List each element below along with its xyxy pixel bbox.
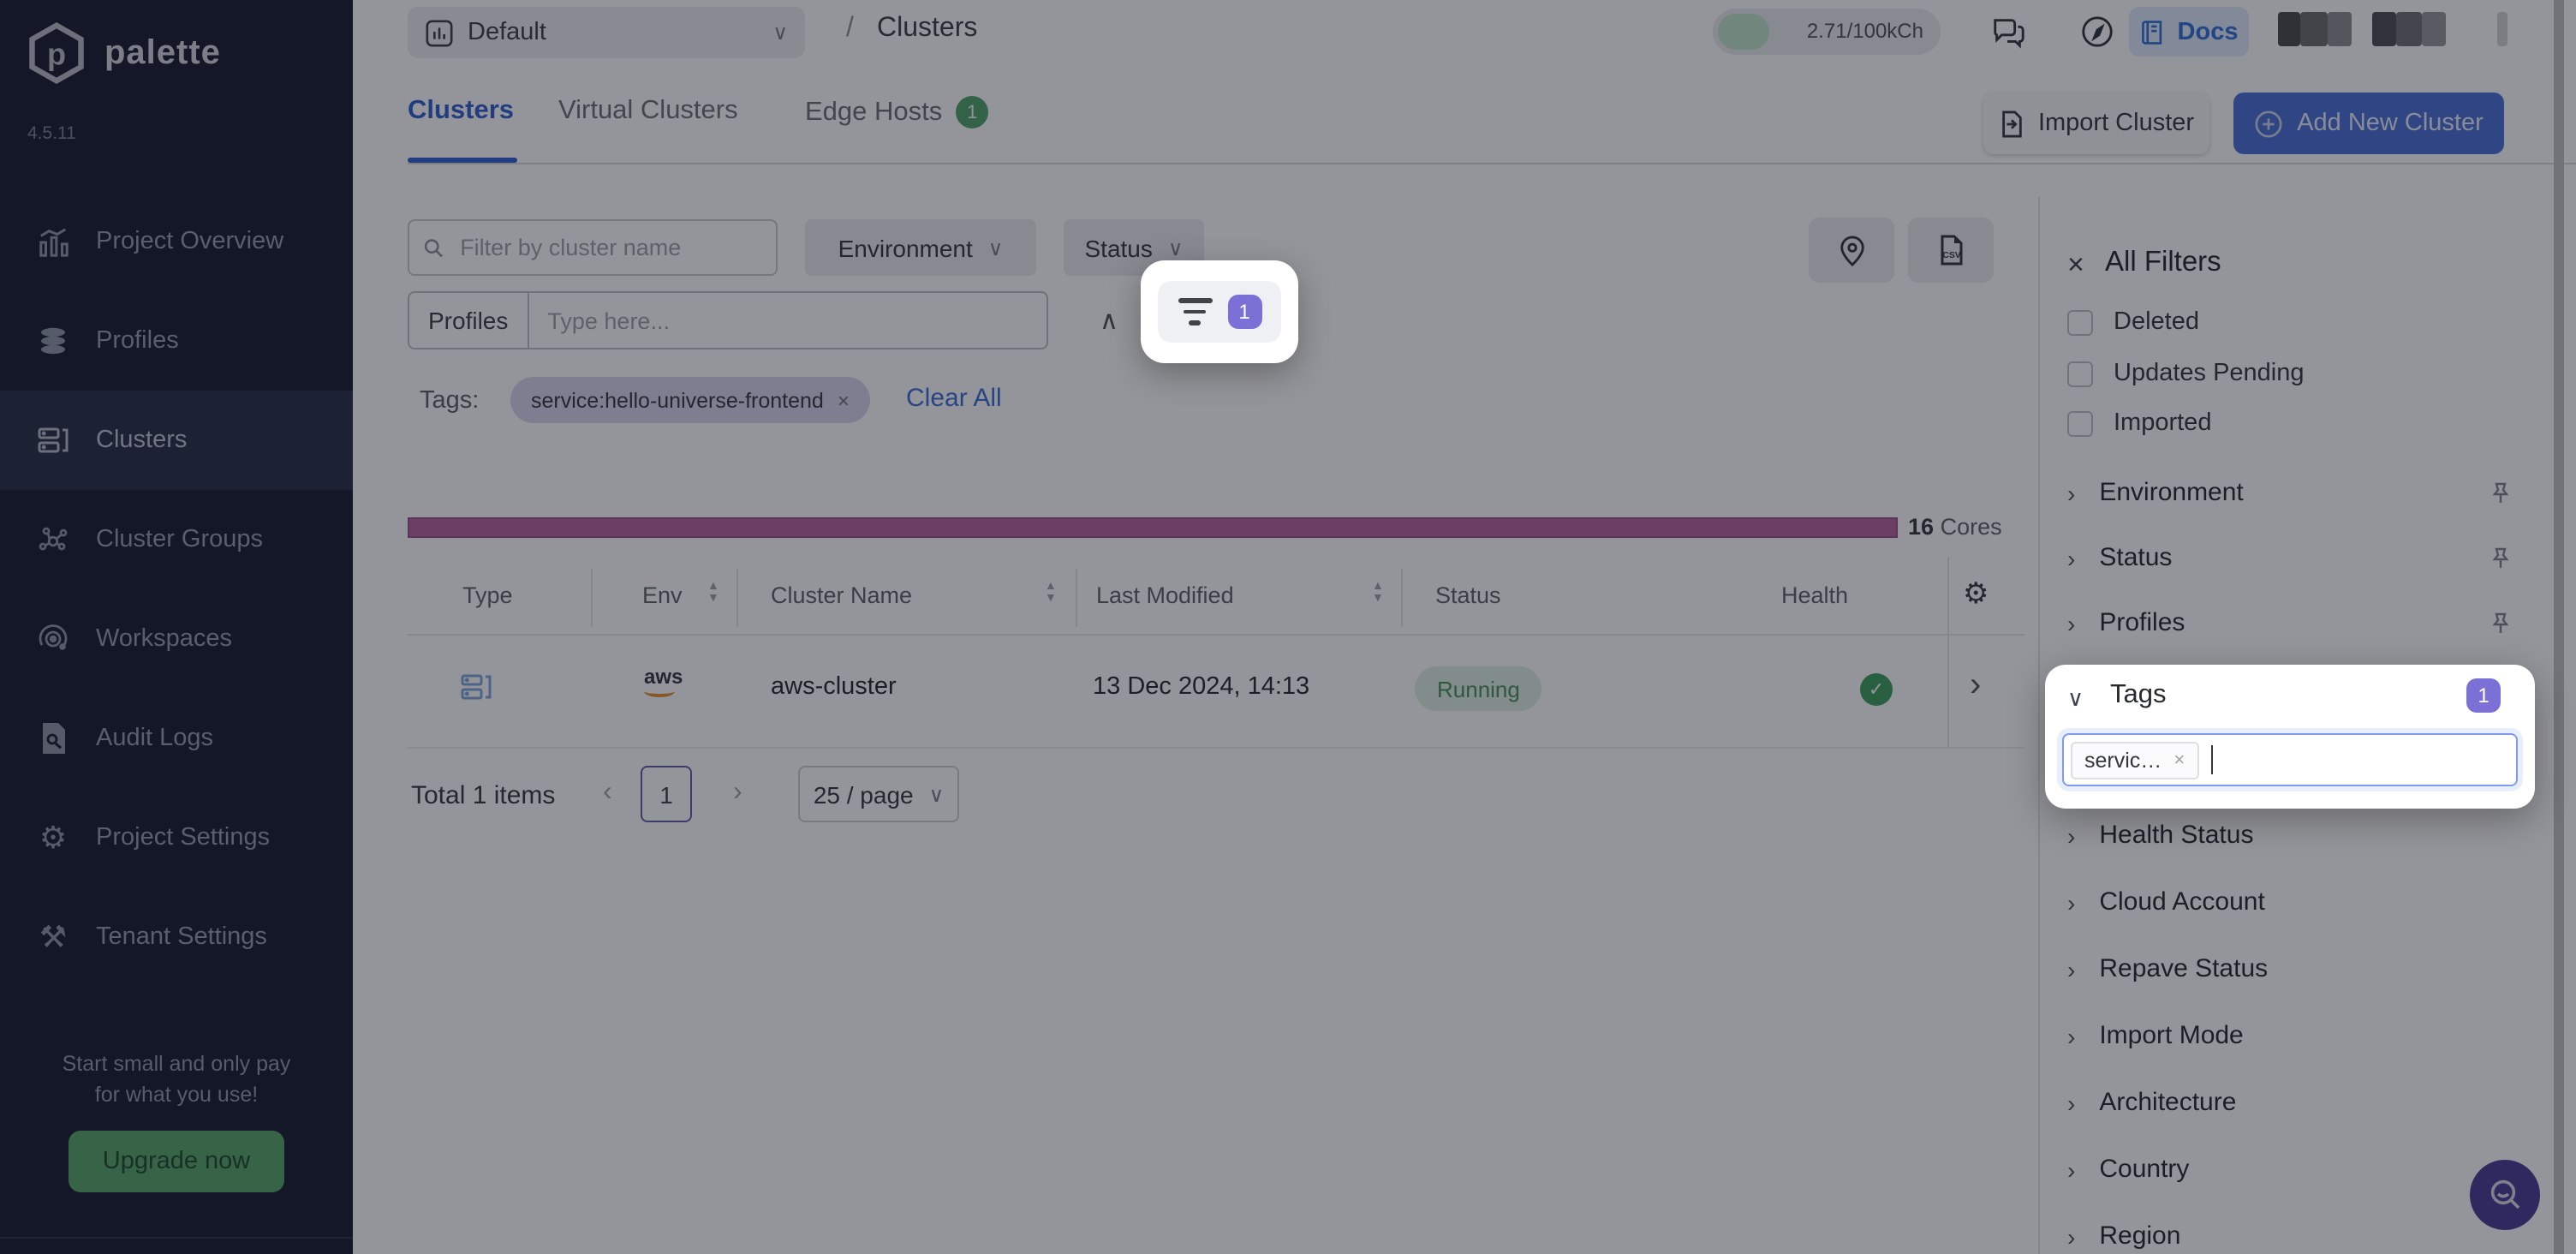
tags-filter-input[interactable]: servic… ×	[2062, 733, 2518, 786]
tag-chip-text: servic…	[2084, 748, 2162, 772]
spotlight-filter-card: 1	[1141, 260, 1298, 363]
tags-section-label: Tags	[2110, 680, 2167, 711]
advanced-filters-button[interactable]: 1	[1158, 281, 1281, 343]
chevron-down-icon[interactable]: ∨	[2067, 685, 2084, 713]
tag-chip[interactable]: servic… ×	[2071, 741, 2198, 779]
text-cursor	[2210, 745, 2212, 774]
spotlight-tags-card: ∨ Tags 1 servic… ×	[2045, 665, 2535, 809]
tour-dim-overlay	[0, 0, 2576, 1254]
filter-icon	[1178, 299, 1212, 325]
filter-count-badge: 1	[1227, 295, 1261, 329]
tags-count-badge: 1	[2466, 678, 2501, 713]
remove-tag-icon[interactable]: ×	[2174, 749, 2185, 770]
app-root: p palette 4.5.11 Project Overview Profil…	[0, 0, 2576, 1254]
